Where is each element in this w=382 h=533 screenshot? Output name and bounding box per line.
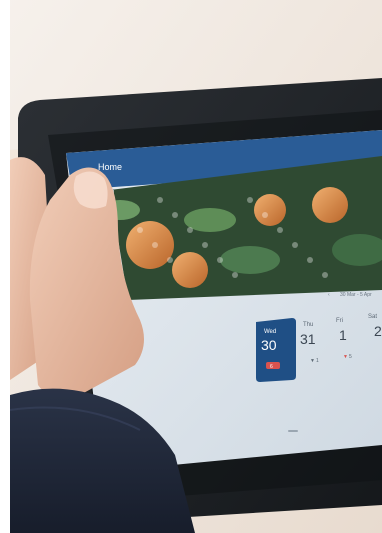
left-white-strip <box>0 0 10 533</box>
photo-scene: ‹ 30 Mar - 5 Apr Wed 30 6 Thu 31 ▼ 1 Fri… <box>0 0 382 533</box>
hand <box>9 157 195 533</box>
